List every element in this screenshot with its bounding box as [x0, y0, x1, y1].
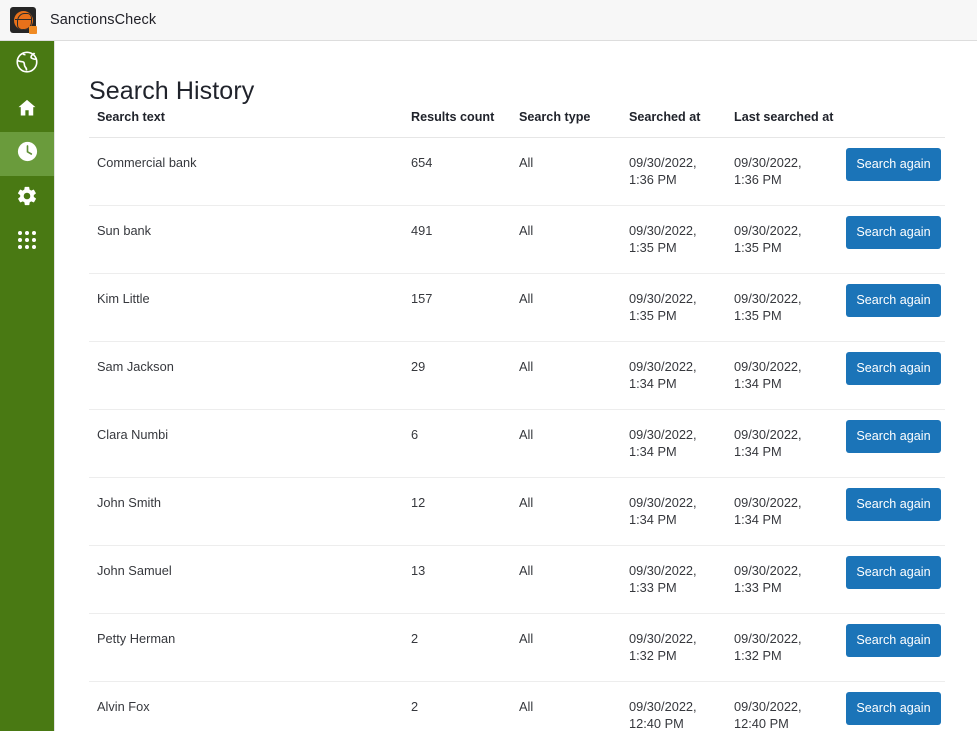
table-row: John Samuel 13 All 09/30/2022, 1:33 PM 09/30… [89, 545, 945, 614]
search-again-button[interactable]: Search again [846, 284, 941, 317]
cell-search-text: Sun bank [89, 205, 411, 274]
cell-actions: Search again [846, 341, 945, 410]
search-again-button[interactable]: Search again [846, 148, 941, 181]
search-again-button[interactable]: Search again [846, 488, 941, 521]
cell-searched-at: 09/30/2022, 1:33 PM [629, 545, 734, 614]
cell-searched-at: 09/30/2022, 1:35 PM [629, 273, 734, 342]
column-header-actions [846, 110, 945, 138]
cell-actions: Search again [846, 137, 945, 206]
search-again-button[interactable]: Search again [846, 556, 941, 589]
table-row: Clara Numbi 6 All 09/30/2022, 1:34 PM 09/30/… [89, 409, 945, 478]
cell-results-count: 6 [411, 409, 519, 478]
cell-results-count: 157 [411, 273, 519, 342]
cell-search-text: Petty Herman [89, 613, 411, 682]
main-content: Search History Search text Results count… [55, 41, 977, 731]
cell-search-text: Sam Jackson [89, 341, 411, 410]
sidebar-item-home[interactable] [0, 88, 54, 132]
cell-search-type: All [519, 409, 629, 478]
cell-searched-at: 09/30/2022, 12:40 PM [629, 681, 734, 731]
cell-actions: Search again [846, 613, 945, 682]
cell-search-type: All [519, 273, 629, 342]
cell-results-count: 2 [411, 613, 519, 682]
grid-apps-icon [17, 230, 37, 255]
cell-search-type: All [519, 681, 629, 731]
sidebar-item-history[interactable] [0, 132, 54, 176]
cell-actions: Search again [846, 681, 945, 731]
cell-actions: Search again [846, 273, 945, 342]
table-row: Commercial bank 654 All 09/30/2022, 1:36 PM… [89, 137, 945, 206]
sidebar-item-logo[interactable] [0, 41, 54, 88]
sidebar-item-settings[interactable] [0, 176, 54, 220]
column-header-results-count: Results count [411, 110, 519, 138]
cell-searched-at: 09/30/2022, 1:32 PM [629, 613, 734, 682]
table-row: Sun bank 491 All 09/30/2022, 1:35 PM 09/30/2… [89, 205, 945, 274]
search-again-button[interactable]: Search again [846, 624, 941, 657]
cell-search-type: All [519, 613, 629, 682]
globe-logo-icon [14, 49, 40, 80]
cell-last-searched-at: 09/30/2022, 1:34 PM [734, 341, 846, 410]
cell-search-type: All [519, 205, 629, 274]
cell-results-count: 12 [411, 477, 519, 546]
clock-history-icon [16, 140, 39, 168]
cell-last-searched-at: 09/30/2022, 1:34 PM [734, 409, 846, 478]
cell-last-searched-at: 09/30/2022, 1:35 PM [734, 205, 846, 274]
window-titlebar: SanctionsCheck [0, 0, 977, 41]
cell-search-type: All [519, 545, 629, 614]
search-again-button[interactable]: Search again [846, 420, 941, 453]
cell-searched-at: 09/30/2022, 1:35 PM [629, 205, 734, 274]
search-history-table: Search text Results count Search type Se… [89, 110, 945, 731]
column-header-last-searched-at: Last searched at [734, 110, 846, 138]
table-row: Petty Herman 2 All 09/30/2022, 1:32 PM 09/30… [89, 613, 945, 682]
table-row: Sam Jackson 29 All 09/30/2022, 1:34 PM 09/30… [89, 341, 945, 410]
table-body: Commercial bank 654 All 09/30/2022, 1:36 PM… [89, 137, 945, 731]
search-again-button[interactable]: Search again [846, 692, 941, 725]
cell-results-count: 29 [411, 341, 519, 410]
cell-last-searched-at: 09/30/2022, 1:32 PM [734, 613, 846, 682]
globe-app-icon [10, 7, 37, 34]
cell-actions: Search again [846, 409, 945, 478]
home-icon [16, 97, 38, 124]
cell-searched-at: 09/30/2022, 1:34 PM [629, 341, 734, 410]
cell-search-text: John Smith [89, 477, 411, 546]
cell-search-type: All [519, 341, 629, 410]
table-header: Search text Results count Search type Se… [89, 110, 945, 138]
app-title: SanctionsCheck [50, 12, 157, 28]
sidebar [0, 41, 55, 731]
column-header-search-type: Search type [519, 110, 629, 138]
cell-results-count: 13 [411, 545, 519, 614]
search-again-button[interactable]: Search again [846, 216, 941, 249]
cell-results-count: 654 [411, 137, 519, 206]
cell-searched-at: 09/30/2022, 1:36 PM [629, 137, 734, 206]
table-row: Alvin Fox 2 All 09/30/2022, 12:40 PM 09/30/2… [89, 681, 945, 731]
cell-results-count: 491 [411, 205, 519, 274]
cell-search-text: Clara Numbi [89, 409, 411, 478]
cell-search-text: Commercial bank [89, 137, 411, 206]
cell-last-searched-at: 09/30/2022, 1:33 PM [734, 545, 846, 614]
cell-searched-at: 09/30/2022, 1:34 PM [629, 409, 734, 478]
cell-results-count: 2 [411, 681, 519, 731]
cell-last-searched-at: 09/30/2022, 1:35 PM [734, 273, 846, 342]
column-header-search-text: Search text [89, 110, 411, 138]
column-header-searched-at: Searched at [629, 110, 734, 138]
cell-last-searched-at: 09/30/2022, 12:40 PM [734, 681, 846, 731]
cell-search-text: Kim Little [89, 273, 411, 342]
table-row: John Smith 12 All 09/30/2022, 1:34 PM 09/30/… [89, 477, 945, 546]
cell-search-type: All [519, 137, 629, 206]
cell-searched-at: 09/30/2022, 1:34 PM [629, 477, 734, 546]
cell-actions: Search again [846, 205, 945, 274]
cell-actions: Search again [846, 545, 945, 614]
page-title: Search History [89, 77, 255, 105]
cell-last-searched-at: 09/30/2022, 1:36 PM [734, 137, 846, 206]
cell-search-text: Alvin Fox [89, 681, 411, 731]
table-row: Kim Little 157 All 09/30/2022, 1:35 PM 09/30… [89, 273, 945, 342]
cell-actions: Search again [846, 477, 945, 546]
cell-last-searched-at: 09/30/2022, 1:34 PM [734, 477, 846, 546]
table-header-row: Search text Results count Search type Se… [89, 110, 945, 138]
cell-search-type: All [519, 477, 629, 546]
cell-search-text: John Samuel [89, 545, 411, 614]
gear-settings-icon [16, 185, 38, 212]
search-again-button[interactable]: Search again [846, 352, 941, 385]
sidebar-item-apps[interactable] [0, 220, 54, 264]
